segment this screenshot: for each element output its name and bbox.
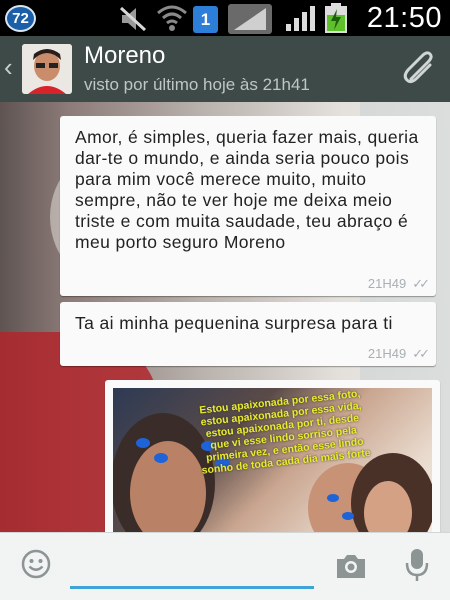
double-check-icon: ✓✓ — [412, 346, 430, 361]
double-check-icon: ✓✓ — [412, 276, 430, 291]
battery-charging-icon — [325, 3, 347, 33]
notification-badge-icon: 72 — [5, 5, 36, 32]
image-thumbnail[interactable]: Estou apaixonada por essa foto, estou ap… — [113, 388, 432, 532]
camera-icon[interactable] — [334, 551, 368, 581]
chat-area[interactable]: Amor, é simples, queria fazer mais, quer… — [0, 102, 450, 532]
attach-icon[interactable] — [402, 50, 440, 88]
message-bubble[interactable]: Amor, é simples, queria fazer mais, quer… — [60, 116, 436, 296]
message-time: 21H49 ✓✓ — [367, 346, 430, 362]
message-bubble[interactable]: Ta ai minha pequenina surpresa para ti 2… — [60, 302, 436, 366]
contact-name[interactable]: Moreno — [84, 42, 165, 70]
back-icon[interactable]: ‹ — [4, 54, 13, 80]
message-time: 21H49 ✓✓ — [367, 276, 430, 292]
status-bar: 72 1 21:50 — [0, 0, 450, 36]
avatar[interactable] — [22, 44, 72, 94]
last-seen-status: visto por último hoje às 21h41 — [84, 75, 310, 94]
message-text: Amor, é simples, queria fazer mais, quer… — [75, 127, 419, 252]
compose-bar — [0, 532, 450, 600]
signal-icon — [286, 6, 315, 31]
signal-icon — [228, 4, 272, 34]
chat-header: ‹ Moreno visto por último hoje às 21h41 — [0, 36, 450, 102]
message-timestamp: 21H49 — [367, 346, 407, 361]
message-text: Ta ai minha pequenina surpresa para ti — [75, 313, 393, 333]
avatar-photo — [22, 44, 72, 94]
status-time: 21:50 — [366, 2, 442, 34]
mute-icon — [119, 6, 147, 32]
sim-icon: 1 — [193, 6, 218, 33]
mic-icon[interactable] — [404, 547, 430, 583]
message-input[interactable] — [70, 545, 314, 589]
emoji-icon[interactable] — [21, 549, 51, 579]
image-message[interactable]: Estou apaixonada por essa foto, estou ap… — [105, 380, 440, 532]
wifi-icon — [157, 5, 187, 31]
message-timestamp: 21H49 — [367, 276, 407, 291]
